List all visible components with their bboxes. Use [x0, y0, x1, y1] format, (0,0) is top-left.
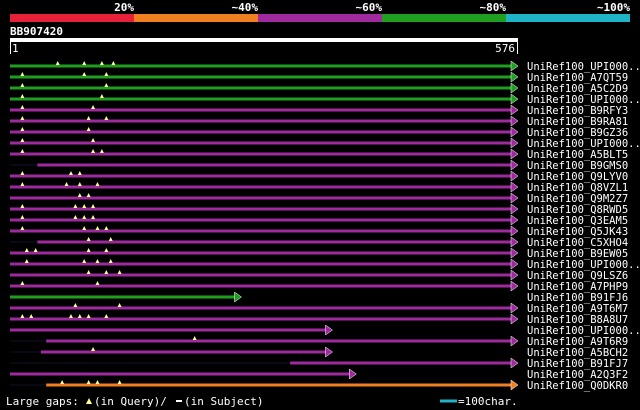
color-segment-20 — [10, 14, 134, 22]
alignment-overview: 20% ~40% ~60% ~80% ~100% BB907420 1 576 … — [0, 0, 640, 410]
gaps-query-label: (in Query)/ — [94, 395, 167, 408]
color-label-100: ~100% — [597, 1, 630, 14]
hit-label[interactable]: UniRef100_Q0DKR0 — [527, 380, 628, 392]
color-label-20: 20% — [114, 1, 134, 14]
gaps-subject-label: (in Subject) — [184, 395, 263, 408]
scale-label: =100char. — [458, 395, 518, 408]
color-label-40: ~40% — [232, 1, 259, 14]
color-label-60: ~60% — [356, 1, 383, 14]
color-label-80: ~80% — [480, 1, 507, 14]
ruler-end-label: 576 — [495, 42, 515, 55]
color-segment-100 — [506, 14, 630, 22]
query-bar — [10, 38, 518, 42]
color-segment-40 — [134, 14, 258, 22]
ruler-start-label: 1 — [12, 42, 19, 55]
color-segment-80 — [382, 14, 506, 22]
gaps-prefix: Large gaps: — [6, 395, 79, 408]
color-segment-60 — [258, 14, 382, 22]
query-id: BB907420 — [10, 25, 63, 38]
